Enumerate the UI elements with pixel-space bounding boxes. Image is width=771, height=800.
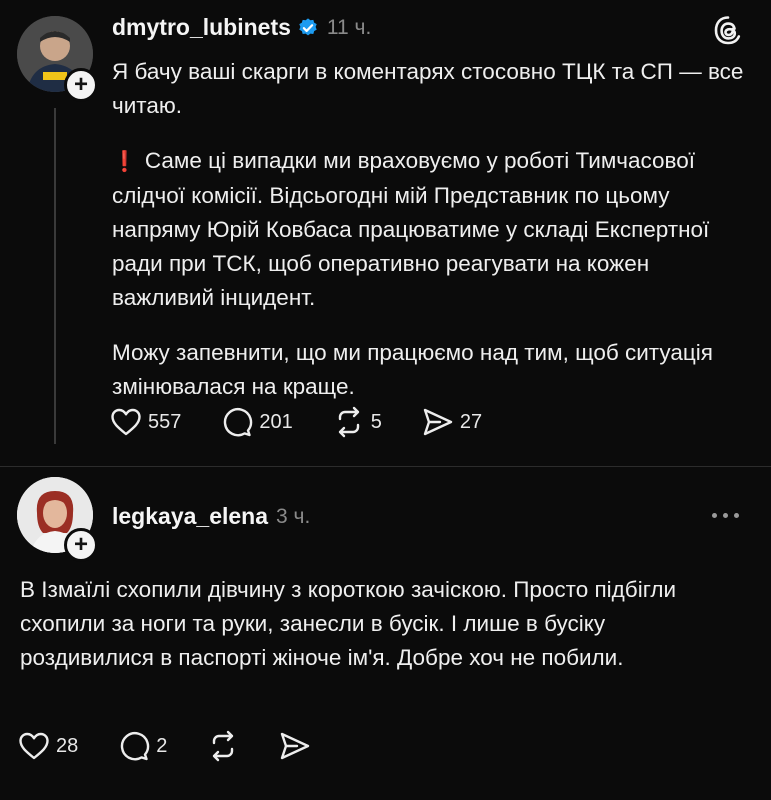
- reply-action-bar: 28 2: [18, 730, 311, 762]
- reply-body: В Ізмаїлі схопили дівчину з короткою зач…: [20, 577, 677, 670]
- follow-plus-button[interactable]: +: [64, 68, 98, 102]
- follow-plus-icon: +: [73, 531, 88, 558]
- post-paragraph-2: ❗ Саме ці випадки ми враховуємо у роботі …: [112, 144, 752, 315]
- thread-line: [54, 108, 56, 444]
- repost-button[interactable]: [207, 730, 239, 762]
- threads-logo-icon[interactable]: [712, 14, 744, 46]
- post-time: 11 ч.: [326, 15, 372, 39]
- comment-count: 201: [259, 410, 293, 433]
- follow-plus-icon: +: [73, 71, 88, 98]
- post-paragraph-3: Можу запевнити, що ми працюємо над тим, …: [112, 340, 713, 399]
- post-action-bar: 557 201 5 27: [110, 406, 482, 438]
- comment-count: 2: [156, 734, 168, 757]
- verified-badge-icon: [299, 17, 317, 35]
- repost-button[interactable]: 5: [333, 406, 382, 438]
- share-icon: [423, 408, 453, 436]
- repost-icon: [213, 730, 234, 762]
- exclamation-icon: ❗: [112, 151, 137, 173]
- post-paragraph-1: Я бачу ваші скарги в коментарях стосовно…: [112, 59, 744, 118]
- like-count: 557: [148, 410, 182, 433]
- post-paragraph-2-text: Саме ці випадки ми враховуємо у роботі Т…: [112, 148, 710, 310]
- post-body: Я бачу ваші скарги в коментарях стосовно…: [112, 55, 752, 404]
- like-button[interactable]: 28: [18, 730, 78, 762]
- share-count: 27: [459, 410, 483, 433]
- share-button[interactable]: 27: [422, 406, 482, 438]
- repost-icon: [338, 406, 359, 438]
- reply-time: 3 ч.: [276, 504, 311, 528]
- comment-icon: [224, 408, 253, 437]
- repost-count: 5: [370, 410, 382, 433]
- comment-icon: [121, 732, 150, 761]
- comment-button[interactable]: 2: [118, 730, 167, 762]
- username[interactable]: dmytro_lubinets: [112, 14, 291, 41]
- share-icon: [281, 732, 310, 760]
- heart-icon: [19, 732, 49, 760]
- heart-icon: [111, 408, 141, 436]
- share-button[interactable]: [279, 730, 311, 762]
- follow-plus-button[interactable]: +: [64, 528, 98, 562]
- like-button[interactable]: 557: [110, 406, 181, 438]
- reply-username[interactable]: legkaya_elena: [112, 503, 268, 530]
- post-divider: [0, 466, 771, 467]
- like-count: 28: [56, 734, 79, 757]
- reply-header: legkaya_elena 3 ч.: [112, 503, 310, 530]
- post-header: dmytro_lubinets 11 ч.: [112, 14, 371, 41]
- comment-button[interactable]: 201: [221, 406, 293, 438]
- more-icon[interactable]: [712, 513, 739, 518]
